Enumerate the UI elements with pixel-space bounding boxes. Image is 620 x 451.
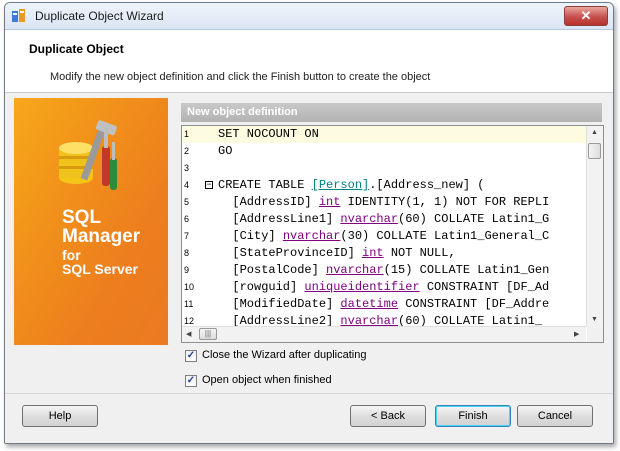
- code-token: .[Address_new] (: [369, 178, 485, 192]
- code-line: 3: [182, 160, 586, 177]
- code-text: CREATE TABLE [Person].[Address_new] (: [218, 178, 484, 192]
- button-bar: Help < Back Finish Cancel: [5, 394, 613, 443]
- code-type-token: datetime: [340, 297, 399, 311]
- code-text: GO: [218, 144, 232, 158]
- open-when-finished-checkbox[interactable]: ✓: [185, 375, 197, 387]
- code-type-token: int: [318, 195, 341, 209]
- product-name: SQL Manager for SQL Server: [62, 208, 140, 276]
- code-text: [StateProvinceID] int NOT NULL,: [218, 246, 456, 260]
- code-type-token: nvarchar: [340, 212, 399, 226]
- back-button[interactable]: < Back: [350, 405, 426, 427]
- definition-panel-title: New object definition: [181, 103, 602, 122]
- code-type-token: int: [362, 246, 384, 260]
- product-banner: SQL Manager for SQL Server: [14, 98, 168, 345]
- horizontal-scroll-thumb[interactable]: |||: [199, 328, 217, 340]
- code-line: 4 − CREATE TABLE [Person].[Address_new] (: [182, 177, 586, 194]
- line-number: 1: [184, 129, 190, 139]
- code-token: [StateProvinceID]: [218, 246, 363, 260]
- window-title: Duplicate Object Wizard: [35, 9, 164, 23]
- code-type-token: nvarchar: [282, 229, 341, 243]
- code-text: [PostalCode] nvarchar(15) COLLATE Latin1…: [218, 263, 549, 277]
- page-description: Modify the new object definition and cli…: [50, 71, 431, 83]
- scroll-up-icon[interactable]: ▲: [591, 129, 598, 136]
- vertical-scrollbar[interactable]: ▲ ▼: [586, 126, 603, 327]
- code-token: [rowguid]: [218, 280, 305, 294]
- code-token: IDENTITY(1, 1) NOT FOR REPLI: [340, 195, 550, 209]
- code-line: 2 GO: [182, 143, 586, 160]
- close-after-checkbox[interactable]: ✓: [185, 350, 197, 362]
- code-token: CONSTRAINT [DF_Addre: [398, 297, 550, 311]
- finish-button[interactable]: Finish: [435, 405, 511, 427]
- tools-database-icon: [59, 120, 117, 190]
- code-line: 5 [AddressID] int IDENTITY(1, 1) NOT FOR…: [182, 194, 586, 211]
- code-token: [ModifiedDate]: [218, 297, 341, 311]
- code-token: [PostalCode]: [218, 263, 327, 277]
- page-title: Duplicate Object: [29, 42, 124, 56]
- code-line: 8 [StateProvinceID] int NOT NULL,: [182, 245, 586, 262]
- code-text: [rowguid] uniqueidentifier CONSTRAINT [D…: [218, 280, 549, 294]
- code-line: 9 [PostalCode] nvarchar(15) COLLATE Lati…: [182, 262, 586, 279]
- code-text: [AddressLine1] nvarchar(60) COLLATE Lati…: [218, 212, 549, 226]
- line-number: 5: [184, 197, 190, 207]
- code-line: 6 [AddressLine1] nvarchar(60) COLLATE La…: [182, 211, 586, 228]
- code-token: CREATE TABLE: [218, 178, 312, 192]
- help-button[interactable]: Help: [22, 405, 98, 427]
- code-token: [AddressID]: [218, 195, 319, 209]
- wizard-window: Duplicate Object Wizard ✕ Duplicate Obje…: [4, 2, 614, 444]
- code-token: [City]: [218, 229, 283, 243]
- title-bar: Duplicate Object Wizard ✕: [5, 3, 613, 30]
- line-number: 8: [184, 248, 190, 258]
- code-token: CONSTRAINT [DF_Ad: [419, 280, 550, 294]
- line-number: 7: [184, 231, 190, 241]
- fold-toggle-icon[interactable]: −: [205, 181, 213, 190]
- code-schema-token: [Person]: [311, 178, 370, 192]
- app-icon: [12, 9, 25, 22]
- product-name-line4: SQL Server: [62, 261, 139, 277]
- code-token: (15) COLLATE Latin1_Gen: [383, 263, 550, 277]
- scroll-corner: [587, 327, 603, 342]
- code-text: [City] nvarchar(30) COLLATE Latin1_Gener…: [218, 229, 549, 243]
- code-token: [AddressLine1]: [218, 212, 341, 226]
- scroll-down-icon[interactable]: ▼: [591, 316, 598, 323]
- code-line: 7 [City] nvarchar(30) COLLATE Latin1_Gen…: [182, 228, 586, 245]
- line-number: 3: [184, 163, 190, 173]
- code-line: 10 [rowguid] uniqueidentifier CONSTRAINT…: [182, 279, 586, 296]
- code-line: 11 [ModifiedDate] datetime CONSTRAINT [D…: [182, 296, 586, 313]
- code-token: GO: [218, 144, 233, 158]
- scroll-right-icon[interactable]: ▶: [574, 330, 579, 338]
- open-when-finished-label: Open object when finished: [202, 374, 332, 386]
- close-button[interactable]: ✕: [564, 6, 608, 26]
- product-name-line3: for: [62, 247, 81, 263]
- code-text: [ModifiedDate] datetime CONSTRAINT [DF_A…: [218, 297, 549, 311]
- line-number: 4: [184, 180, 190, 190]
- line-number: 12: [184, 316, 195, 326]
- code-token: SET NOCOUNT ON: [218, 127, 319, 141]
- product-name-line1: SQL: [62, 207, 102, 228]
- sql-editor[interactable]: 1 SET NOCOUNT ON 2 GO 3 4 − CREATE TABLE [Perso…: [181, 125, 604, 343]
- code-token: (60) COLLATE Latin1_G: [398, 212, 550, 226]
- code-line: 1 SET NOCOUNT ON: [182, 126, 586, 143]
- wizard-header: Duplicate Object Modify the new object d…: [5, 30, 613, 93]
- code-type-token: nvarchar: [326, 263, 384, 277]
- line-number: 6: [184, 214, 190, 224]
- scroll-left-icon[interactable]: ◀: [186, 330, 191, 338]
- line-number: 2: [184, 146, 190, 156]
- code-token: (30) COLLATE Latin1_General_C: [340, 229, 550, 243]
- line-number: 9: [184, 265, 190, 275]
- line-number: 10: [184, 282, 195, 292]
- close-icon: ✕: [580, 8, 592, 23]
- vertical-scroll-thumb[interactable]: [588, 143, 601, 159]
- code-token: NOT NULL,: [383, 246, 456, 260]
- code-text: SET NOCOUNT ON: [218, 127, 319, 141]
- code-type-token: uniqueidentifier: [304, 280, 420, 294]
- product-name-line2: Manager: [62, 226, 141, 247]
- horizontal-scrollbar[interactable]: ◀ ||| ▶: [182, 326, 586, 342]
- close-after-label: Close the Wizard after duplicating: [202, 349, 367, 361]
- line-number: 11: [184, 299, 194, 309]
- code-text: [AddressID] int IDENTITY(1, 1) NOT FOR R…: [218, 195, 549, 209]
- cancel-button[interactable]: Cancel: [517, 405, 593, 427]
